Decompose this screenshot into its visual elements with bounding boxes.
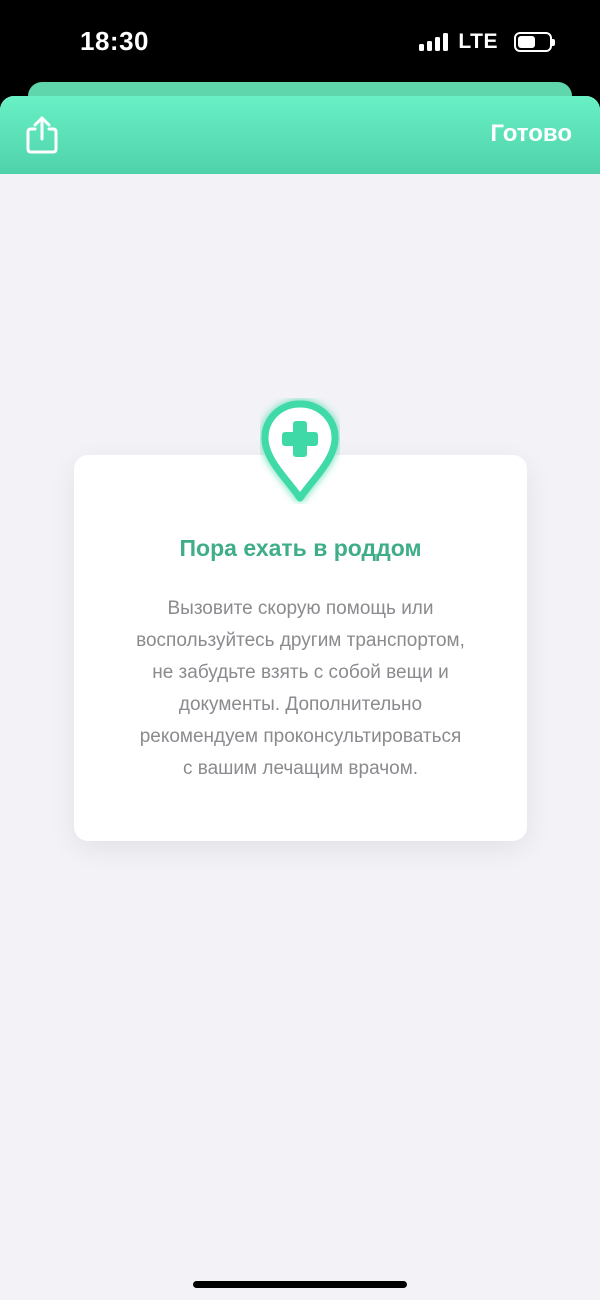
done-button[interactable]: Готово — [490, 120, 572, 148]
share-button[interactable] — [22, 114, 62, 156]
card-description: Вызовите скорую помощь или воспользуйтес… — [114, 593, 487, 785]
screen: 18:30 LTE Готово Пора ехать в роддом Выз… — [0, 0, 600, 1300]
signal-icon — [419, 33, 449, 51]
info-card: Пора ехать в роддом Вызовите скорую помо… — [74, 455, 527, 841]
status-indicators: LTE — [419, 30, 555, 54]
home-indicator[interactable] — [193, 1281, 407, 1288]
status-time: 18:30 — [80, 26, 149, 56]
card-text-line: рекомендуем проконсультироваться — [139, 726, 462, 747]
nav-bar: Готово — [0, 96, 600, 174]
share-icon — [26, 116, 58, 154]
battery-icon — [514, 32, 555, 52]
card-text-line: воспользуйтесь другим транспортом, — [136, 630, 465, 651]
card-text-line: не забудьте взять с собой вещи и — [152, 662, 449, 683]
card-text-line: с вашим лечащим врачом. — [182, 758, 419, 779]
medical-location-pin-icon — [260, 398, 340, 504]
network-type: LTE — [458, 30, 498, 53]
card-title: Пора ехать в роддом — [179, 535, 422, 561]
status-bar: 18:30 LTE — [0, 0, 600, 82]
battery-level — [518, 36, 536, 48]
card-text-line: Вызовите скорую помощь или — [167, 598, 434, 619]
card-text-line: документы. Дополнительно — [178, 694, 423, 715]
modal-sheet: Готово Пора ехать в роддом Вызовите скор… — [0, 96, 600, 1300]
